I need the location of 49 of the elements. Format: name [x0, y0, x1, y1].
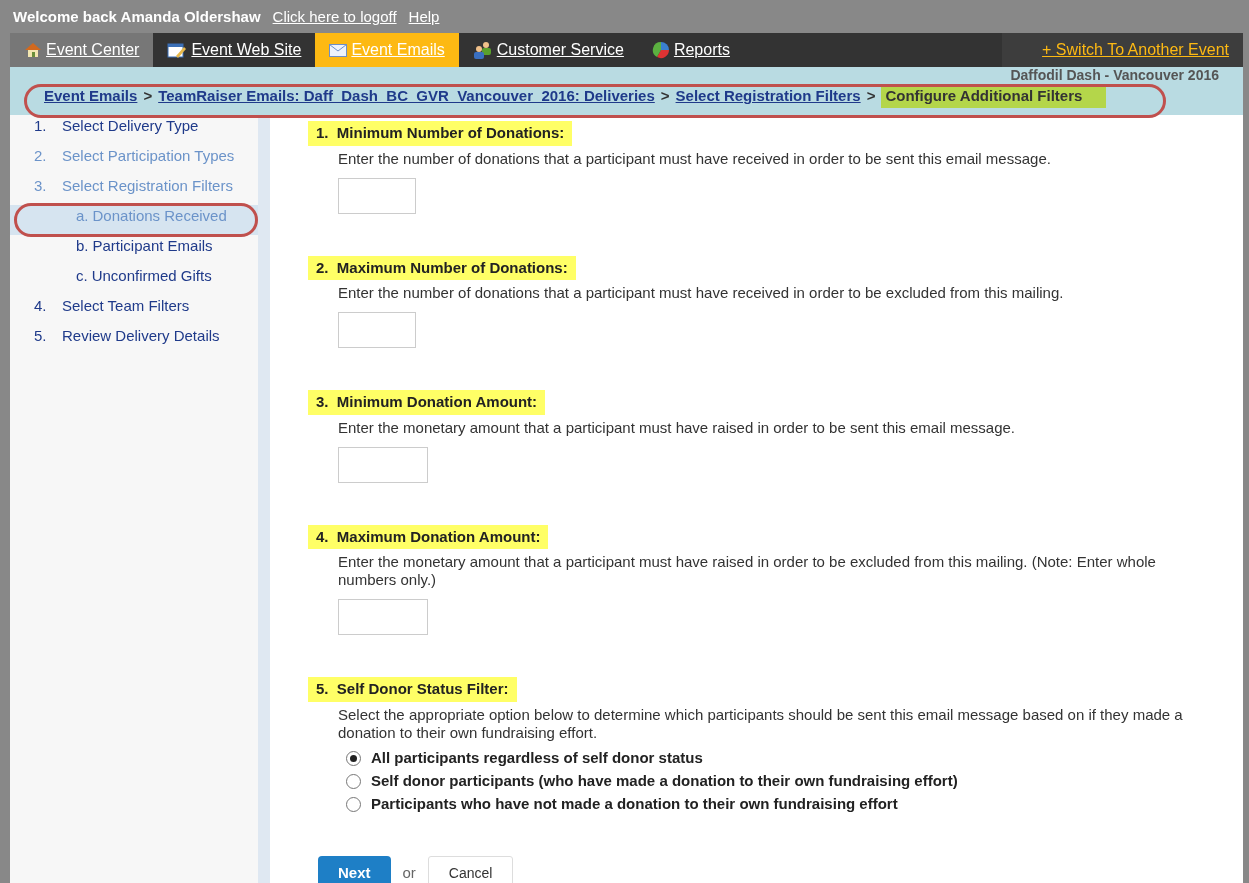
- step-item[interactable]: c. Unconfirmed Gifts: [10, 265, 258, 295]
- section-heading: 5. Self Donor Status Filter:: [308, 677, 517, 702]
- step-item[interactable]: 5. Review Delivery Details: [10, 325, 258, 355]
- radio-option[interactable]: Self donor participants (who have made a donation to their own fundraising effort): [346, 772, 958, 791]
- step-item[interactable]: 1. Select Delivery Type: [10, 115, 258, 145]
- section-description: Enter the monetary amount that a participant must have raised in order to be excluded from this mailing. (Note: Enter whole numbers only.): [338, 553, 1157, 589]
- house-icon: [24, 42, 42, 58]
- section-description: Select the appropriate option below to determine which participants should be sent this email message based on if they made a donation to their own fundraising effort.: [338, 705, 1184, 742]
- section-description: Enter the number of donations that a participant must have received in order to be sent this email message.: [338, 149, 1051, 168]
- people-icon: [472, 41, 493, 59]
- breadcrumb-separator: >: [143, 86, 153, 106]
- number-field[interactable]: [338, 312, 416, 348]
- nav-tab[interactable]: Event Web Site: [153, 33, 316, 67]
- step-item[interactable]: b. Participant Emails: [10, 235, 258, 265]
- nav-tab[interactable]: Customer Service: [458, 33, 638, 67]
- next-button[interactable]: Next: [318, 855, 391, 883]
- radio-option[interactable]: Participants who have not made a donation to their own fundraising effort: [346, 795, 958, 814]
- section-heading: 4. Maximum Donation Amount:: [308, 524, 549, 549]
- number-field[interactable]: [338, 446, 428, 483]
- section-description: Enter the monetary amount that a participant must have raised in order to be sent this email message.: [338, 418, 1016, 437]
- breadcrumb-separator: >: [866, 86, 876, 106]
- switch-event-link[interactable]: + Switch To Another Event: [1002, 33, 1243, 67]
- number-field[interactable]: [338, 599, 428, 635]
- breadcrumb-link[interactable]: TeamRaiser Emails: Daff_Dash_BC_GVR_Vancouver_2016: Deliveries: [158, 85, 655, 108]
- section-heading: 1. Minimum Number of Donations:: [308, 121, 573, 146]
- section-heading: 2. Maximum Number of Donations:: [308, 255, 576, 280]
- cancel-button[interactable]: Cancel: [427, 855, 514, 883]
- event-name: Daffodil Dash - Vancouver 2016: [1010, 67, 1219, 83]
- or-text: or: [402, 863, 416, 883]
- breadcrumb-link[interactable]: Select Registration Filters: [675, 85, 861, 108]
- nav-tab[interactable]: Reports: [637, 33, 744, 67]
- section-heading: 3. Minimum Donation Amount:: [308, 390, 546, 415]
- breadcrumb-link[interactable]: Event Emails: [44, 85, 138, 108]
- current-page-label: Configure Additional Filters: [881, 85, 1107, 108]
- welcome-text: Welcome back Amanda Oldershaw: [13, 6, 261, 27]
- radio-icon[interactable]: [346, 751, 361, 766]
- breadcrumb-separator: >: [660, 86, 670, 106]
- header-link[interactable]: Click here to logoff: [272, 5, 397, 28]
- envelope-icon: [329, 43, 348, 57]
- radio-icon[interactable]: [346, 797, 361, 812]
- step-item[interactable]: 4. Select Team Filters: [10, 295, 258, 325]
- radio-icon[interactable]: [346, 774, 361, 789]
- pie-chart-icon: [651, 41, 670, 59]
- nav-tab[interactable]: Event Center: [10, 33, 154, 67]
- section-description: Enter the number of donations that a participant must have received in order to be excluded from this mailing.: [338, 284, 1064, 302]
- number-field[interactable]: [338, 177, 416, 214]
- webpage-pencil-icon: [167, 41, 188, 59]
- header-link[interactable]: Help: [408, 5, 440, 28]
- radio-option[interactable]: All participants regardless of self donor status: [346, 749, 958, 768]
